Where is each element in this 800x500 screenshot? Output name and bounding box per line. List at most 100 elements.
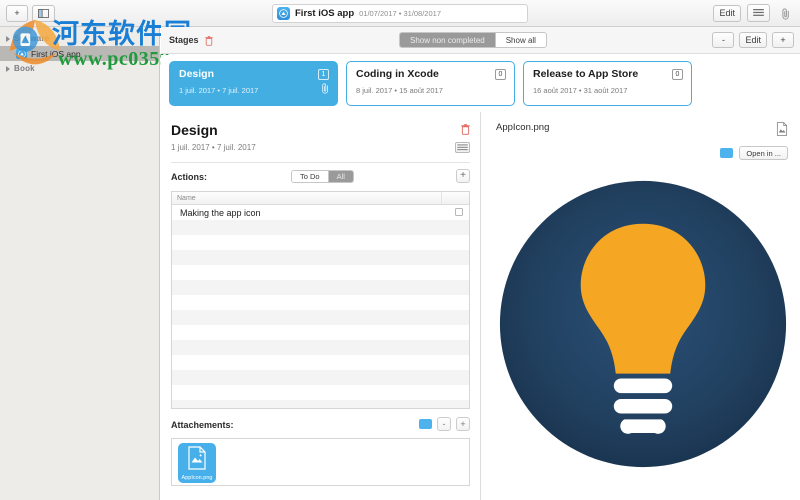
sidebar: Software First iOS app Book	[0, 27, 160, 500]
project-title-field[interactable]: First iOS app 01/07/2017 • 31/08/2017	[272, 4, 528, 23]
attachments-list[interactable]: AppIcon.png	[171, 438, 470, 486]
stage-card-count-badge: 0	[672, 68, 683, 80]
preview-actions-group: Open in ...	[720, 146, 788, 160]
stage-card-release-to-app-store[interactable]: Release to App Store 16 août 2017 • 31 a…	[523, 60, 692, 106]
table-row[interactable]	[172, 325, 469, 340]
stage-card-title: Coding in Xcode	[356, 67, 439, 80]
paperclip-icon[interactable]	[320, 81, 330, 99]
image-document-icon	[188, 446, 206, 470]
stage-card-count-badge: 0	[495, 68, 506, 80]
actions-filter-segmented-control[interactable]: To Do All	[291, 170, 354, 183]
add-button[interactable]: +	[6, 4, 28, 22]
table-row[interactable]	[172, 295, 469, 310]
disclosure-triangle-icon[interactable]	[6, 35, 10, 42]
actions-filter-all[interactable]: All	[327, 171, 353, 182]
action-done-checkbox[interactable]	[455, 208, 463, 216]
table-row[interactable]	[172, 400, 469, 408]
disclosure-triangle-icon[interactable]	[6, 65, 10, 72]
ios-app-icon	[16, 48, 27, 59]
actions-table-header: Name	[172, 192, 469, 205]
stages-toolbar: Stages Show non completed Show all - Edi…	[161, 27, 800, 54]
detail-divider	[171, 162, 470, 163]
sidebar-item-first-ios-app[interactable]: First iOS app	[0, 46, 159, 61]
add-attachment-button[interactable]: +	[456, 417, 470, 431]
attachment-item-appicon[interactable]: AppIcon.png	[178, 443, 216, 483]
add-action-button[interactable]: +	[456, 169, 470, 183]
stage-card-design[interactable]: Design 1 juil. 2017 • 7 juil. 2017 1	[169, 60, 338, 106]
main-toolbar: + First iOS app 01/07/2017 • 31/08/2017 …	[0, 0, 800, 27]
stage-card-dates: 1 juil. 2017 • 7 juil. 2017	[179, 85, 259, 95]
actions-label: Actions:	[171, 172, 207, 182]
actions-header-row: Actions: To Do All +	[171, 169, 470, 184]
folder-icon[interactable]	[720, 148, 734, 158]
detail-dates: 1 juil. 2017 • 7 juil. 2017	[171, 143, 256, 152]
stages-label: Stages	[169, 35, 199, 45]
stage-card-title: Release to App Store	[533, 67, 639, 80]
filter-option-show-all[interactable]: Show all	[494, 33, 546, 47]
column-header-done	[441, 192, 469, 204]
attachment-name: AppIcon.png	[181, 475, 213, 481]
stage-filter-segmented-control[interactable]: Show non completed Show all	[399, 32, 547, 48]
trash-icon[interactable]	[205, 33, 213, 51]
edit-button[interactable]: Edit	[713, 4, 741, 22]
ios-app-glyph	[279, 9, 288, 18]
image-document-icon	[776, 122, 788, 141]
preview-title: AppIcon.png	[496, 122, 550, 133]
folder-icon[interactable]	[419, 419, 432, 429]
project-title: First iOS app	[295, 8, 355, 19]
attachments-header-row: Attachements: - +	[171, 417, 470, 432]
ios-app-icon	[277, 7, 290, 20]
sidebar-toggle-icon[interactable]	[32, 4, 55, 22]
sidebar-group-label: Book	[14, 64, 35, 73]
paperclip-glyph	[781, 8, 789, 20]
trash-icon[interactable]	[461, 122, 470, 140]
sidebar-group-book[interactable]: Book	[0, 61, 159, 76]
table-row[interactable]	[172, 370, 469, 385]
edit-stages-button[interactable]: Edit	[739, 32, 767, 48]
trash-glyph	[205, 36, 213, 46]
sidebar-toggle-glyph	[38, 8, 49, 18]
detail-title: Design	[171, 122, 218, 138]
action-name: Making the app icon	[180, 207, 261, 218]
table-row[interactable]	[172, 250, 469, 265]
toolbar-right-group: Edit	[713, 4, 794, 22]
table-row[interactable]	[172, 280, 469, 295]
sidebar-item-label: First iOS app	[31, 48, 81, 59]
paperclip-glyph	[322, 83, 328, 94]
table-row[interactable]	[172, 385, 469, 400]
app-window: + First iOS app 01/07/2017 • 31/08/2017 …	[0, 0, 800, 500]
open-in-button[interactable]: Open in ...	[739, 146, 788, 160]
table-row[interactable]: Making the app icon	[172, 205, 469, 220]
actions-filter-todo[interactable]: To Do	[292, 171, 328, 182]
filter-option-show-non-completed[interactable]: Show non completed	[400, 33, 495, 47]
table-row[interactable]	[172, 235, 469, 250]
table-row[interactable]	[172, 355, 469, 370]
lightbulb-app-icon	[497, 178, 789, 470]
stage-detail-panel: Design 1 juil. 2017 • 7 juil. 2017 Actio…	[161, 112, 481, 500]
table-row[interactable]	[172, 340, 469, 355]
remove-attachment-button[interactable]: -	[437, 417, 451, 431]
actions-table[interactable]: Name Making the app icon	[171, 191, 470, 409]
trash-glyph	[461, 124, 470, 135]
column-header-name: Name	[177, 194, 196, 202]
stage-card-coding-in-xcode[interactable]: Coding in Xcode 8 juil. 2017 • 15 août 2…	[346, 60, 515, 106]
table-row[interactable]	[172, 220, 469, 235]
attachments-label: Attachements:	[171, 420, 234, 430]
attachments-actions-group: - +	[419, 417, 470, 431]
stage-card-dates: 8 juil. 2017 • 15 août 2017	[356, 85, 443, 95]
remove-stage-button[interactable]: -	[712, 32, 735, 48]
list-view-icon[interactable]	[747, 4, 770, 22]
table-row[interactable]	[172, 310, 469, 325]
add-stage-button[interactable]: +	[772, 32, 794, 48]
image-document-glyph	[776, 122, 788, 136]
list-view-glyph	[753, 9, 764, 16]
sidebar-group-software[interactable]: Software	[0, 31, 159, 46]
stage-card-list: Design 1 juil. 2017 • 7 juil. 2017 1 Cod…	[161, 55, 800, 111]
stage-card-count-badge: 1	[318, 68, 329, 80]
project-dates: 01/07/2017 • 31/08/2017	[359, 9, 441, 18]
notes-list-icon[interactable]	[455, 142, 470, 153]
ios-app-glyph	[17, 49, 26, 58]
stage-card-title: Design	[179, 67, 215, 80]
table-row[interactable]	[172, 265, 469, 280]
paperclip-icon[interactable]	[776, 4, 794, 22]
